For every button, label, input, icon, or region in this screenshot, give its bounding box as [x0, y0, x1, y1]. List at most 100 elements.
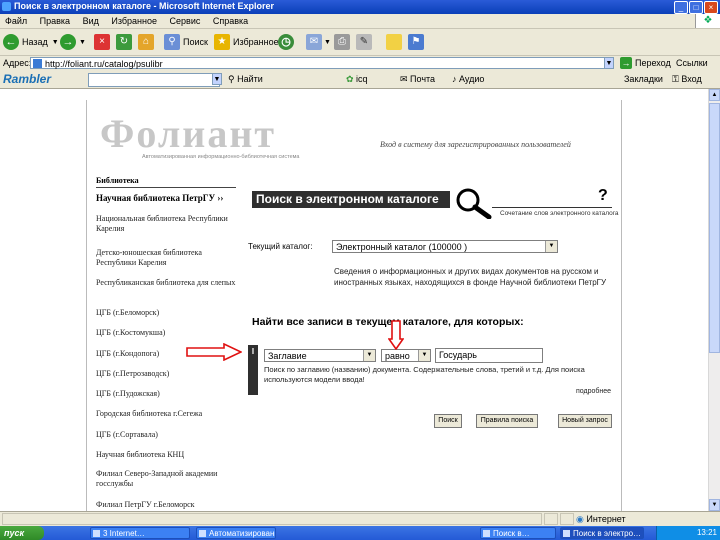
- go-arrow-icon: →: [620, 57, 632, 69]
- foliant-logo[interactable]: Фолиант: [100, 110, 276, 157]
- menu-tools[interactable]: Сервис: [165, 14, 206, 28]
- status-zone: ◉ Интернет: [576, 514, 626, 525]
- library-item[interactable]: Республиканская библиотека для слепых: [96, 278, 236, 288]
- back-dropdown-icon: ▼: [51, 38, 59, 46]
- favorites-label: Избранное: [233, 37, 279, 47]
- library-item[interactable]: Городская библиотека г.Сегежа: [96, 409, 236, 419]
- start-button[interactable]: пуск: [0, 526, 44, 540]
- address-input[interactable]: http://foliant.ru/catalog/psulibr: [30, 57, 612, 69]
- operator-select[interactable]: равно ▼: [381, 349, 431, 362]
- menu-bar: Файл Правка Вид Избранное Сервис Справка…: [0, 14, 720, 29]
- search-button[interactable]: ⚲ Поиск: [164, 32, 208, 52]
- home-icon: ⌂: [138, 34, 154, 50]
- search-note[interactable]: Сочетание слов электронного каталога: [500, 210, 619, 217]
- rambler-dropdown-icon[interactable]: ▼: [212, 73, 222, 85]
- library-divider: [96, 187, 236, 188]
- minimize-button[interactable]: _: [674, 1, 688, 14]
- system-tray: 13:21: [656, 526, 720, 540]
- taskbar-item[interactable]: Автоматизированная…: [196, 527, 276, 539]
- library-item[interactable]: Филиал ПетрГУ г.Беломорск: [96, 500, 236, 510]
- menu-view[interactable]: Вид: [78, 14, 104, 28]
- messenger-button[interactable]: ⚑: [408, 32, 424, 52]
- library-item[interactable]: ЦГБ (г.Петрозаводск): [96, 369, 236, 379]
- rambler-logo[interactable]: Rambler: [3, 72, 51, 86]
- maximize-button[interactable]: □: [689, 1, 703, 14]
- condition-row-marker: I: [248, 345, 258, 395]
- vertical-scrollbar[interactable]: ▲ ▼: [708, 89, 720, 511]
- library-item[interactable]: ЦГБ (г.Сортавала): [96, 430, 236, 440]
- menu-help[interactable]: Справка: [208, 14, 253, 28]
- scroll-thumb[interactable]: [709, 103, 720, 353]
- rambler-mail-button[interactable]: ✉ Почта: [400, 74, 435, 85]
- clock[interactable]: 13:21: [697, 528, 717, 537]
- current-library[interactable]: Научная библиотека ПетрГУ ››: [96, 193, 223, 203]
- rules-button[interactable]: Правила поиска: [476, 414, 538, 428]
- stop-icon: ×: [94, 34, 110, 50]
- rambler-bookmarks-button[interactable]: Закладки: [624, 74, 663, 84]
- refresh-button[interactable]: ↻: [116, 32, 132, 52]
- library-item[interactable]: ЦГБ (г.Костомукша): [96, 328, 236, 338]
- query-input[interactable]: Государь: [435, 348, 543, 363]
- library-item[interactable]: Филиал Северо-Западной академии госслужб…: [96, 469, 236, 489]
- chevron-down-icon[interactable]: ▼: [418, 350, 430, 361]
- back-button[interactable]: ← Назад ▼: [3, 32, 59, 52]
- search-field-select[interactable]: Заглавие ▼: [264, 349, 376, 362]
- history-icon: ◷: [278, 34, 294, 50]
- magnifier-icon: [456, 188, 492, 219]
- close-button[interactable]: ×: [704, 1, 718, 14]
- status-bar: ◉ Интернет: [0, 511, 720, 527]
- rambler-audio-button[interactable]: ♪ Аудио: [452, 74, 484, 84]
- rambler-bookmarks-label: Закладки: [624, 74, 663, 84]
- stop-button[interactable]: ×: [94, 32, 110, 52]
- standard-toolbar: ← Назад ▼ → ▼ × ↻ ⌂ ⚲ Поиск ★ Избранное …: [0, 29, 720, 56]
- mail-dropdown-icon: ▼: [324, 38, 331, 46]
- taskbar-item[interactable]: 3 Internet…: [90, 527, 190, 539]
- icq-flower-icon: ✿: [346, 74, 357, 84]
- library-item[interactable]: Детско-юношеская библиотека Республики К…: [96, 248, 236, 268]
- login-tagline[interactable]: Вход в систему для зарегистрированных по…: [380, 140, 571, 149]
- home-button[interactable]: ⌂: [138, 32, 154, 52]
- library-item[interactable]: ЦГБ (г.Беломорск): [96, 308, 236, 318]
- taskbar-item-active[interactable]: Поиск в электро…: [560, 527, 644, 539]
- go-button[interactable]: → Переход: [620, 57, 671, 69]
- find-button[interactable]: Поиск: [434, 414, 462, 428]
- mail-button[interactable]: ✉ ▼: [306, 32, 331, 52]
- print-button[interactable]: ⎙: [334, 32, 350, 52]
- favorites-button[interactable]: ★ Избранное: [214, 32, 279, 52]
- messenger-icon: ⚑: [408, 34, 424, 50]
- edit-icon: ✎: [356, 34, 372, 50]
- scroll-down-icon[interactable]: ▼: [709, 499, 720, 511]
- menu-file[interactable]: Файл: [0, 14, 32, 28]
- library-item[interactable]: Национальная библиотека Республики Карел…: [96, 214, 236, 234]
- rambler-mail-label: Почта: [410, 74, 436, 84]
- status-lock-cell: [544, 513, 558, 525]
- new-search-button[interactable]: Новый запрос: [558, 414, 612, 428]
- library-item[interactable]: ЦГБ (г.Пудожская): [96, 389, 236, 399]
- forward-arrow-icon: →: [60, 34, 76, 50]
- address-dropdown-icon[interactable]: ▼: [604, 57, 614, 69]
- menu-edit[interactable]: Правка: [35, 14, 75, 28]
- window-title-bar[interactable]: Поиск в электронном каталоге - Microsoft…: [0, 0, 720, 14]
- discuss-icon: [386, 34, 402, 50]
- chevron-down-icon[interactable]: ▼: [363, 350, 375, 361]
- help-icon[interactable]: ?: [598, 187, 608, 205]
- forward-button[interactable]: → ▼: [60, 32, 86, 52]
- rambler-find-button[interactable]: ⚲ Найти: [228, 74, 263, 85]
- menu-favorites[interactable]: Избранное: [106, 14, 162, 28]
- scroll-up-icon[interactable]: ▲: [709, 89, 720, 101]
- rambler-icq-button[interactable]: ✿ icq: [346, 74, 368, 85]
- library-item[interactable]: Научная библиотека КНЦ: [96, 450, 236, 460]
- catalog-value: Электронный каталог (100000 ): [336, 242, 468, 252]
- more-link[interactable]: подробнее: [576, 388, 611, 395]
- links-label[interactable]: Ссылки: [676, 58, 708, 68]
- rambler-search-input[interactable]: [88, 73, 220, 87]
- history-button[interactable]: ◷: [278, 32, 297, 52]
- address-url: http://foliant.ru/catalog/psulibr: [45, 59, 163, 69]
- edit-button[interactable]: ✎: [356, 32, 372, 52]
- discuss-button[interactable]: [386, 32, 402, 52]
- chevron-down-icon[interactable]: ▼: [545, 241, 557, 252]
- catalog-select[interactable]: Электронный каталог (100000 ) ▼: [332, 240, 558, 253]
- taskbar-item[interactable]: Поиск в…: [480, 527, 556, 539]
- rambler-login-button[interactable]: ⚿ Вход: [672, 74, 702, 85]
- music-icon: ♪: [452, 74, 460, 84]
